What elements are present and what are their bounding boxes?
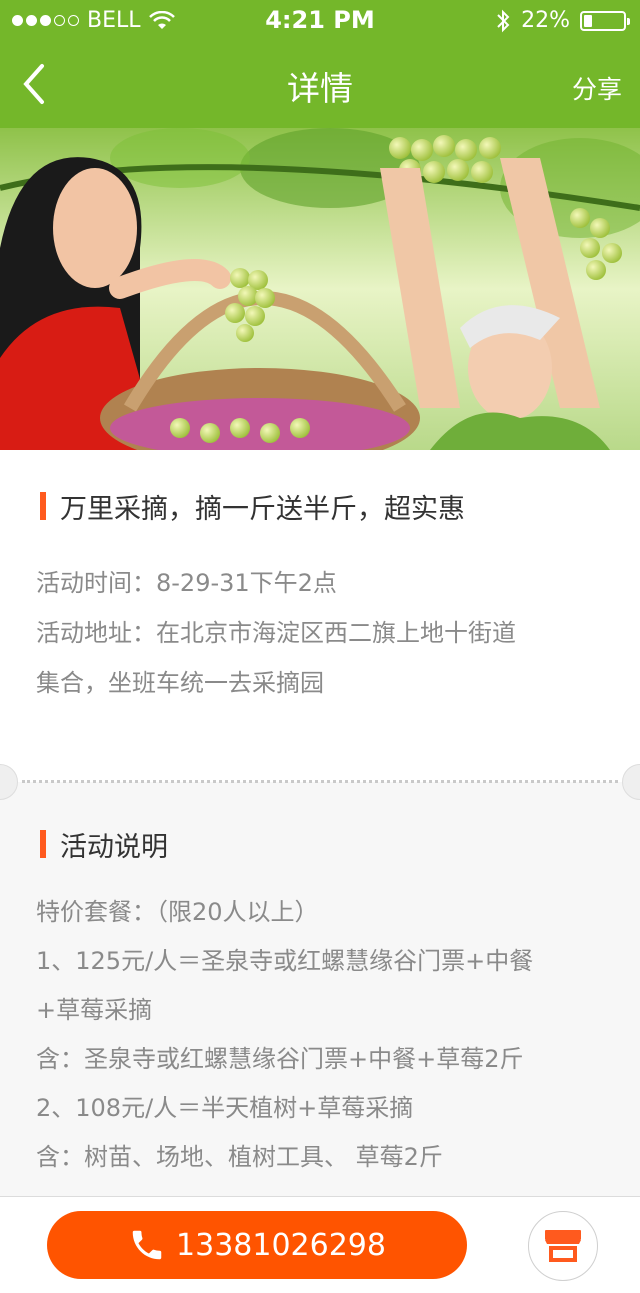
description-line: 特价套餐：（限20人以上） [36,898,319,926]
description-heading-row: 活动说明 [40,824,168,864]
call-button[interactable]: 13381026298 [47,1211,467,1279]
banner-image [0,128,640,450]
event-title: 万里采摘，摘一斤送半斤，超实惠 [60,493,465,525]
event-info: 活动时间：8-29-31下午2点 活动地址：在北京市海淀区西二旗上地十街道 集合… [36,558,616,708]
phone-number: 13381026298 [176,1227,386,1263]
accent-bar [40,830,46,858]
event-title-row: 万里采摘，摘一斤送半斤，超实惠 [40,486,465,526]
store-button[interactable] [528,1211,598,1281]
description-heading: 活动说明 [60,831,168,863]
description-body: 特价套餐：（限20人以上） 1、125元/人＝圣泉寺或红螺慧缘谷门票+中餐 +草… [36,888,626,1182]
status-bar: BELL 4:21 PM 22% [0,0,640,40]
description-line: 含：树苗、场地、植树工具、 草莓2斤 [36,1143,443,1171]
description-line: +草莓采摘 [36,996,153,1024]
bottom-bar: 13381026298 [0,1196,640,1293]
battery-icon [580,10,630,31]
description-line: 含：圣泉寺或红螺慧缘谷门票+中餐+草莓2斤 [36,1045,524,1073]
event-address: 活动地址：在北京市海淀区西二旗上地十街道 [36,619,516,647]
accent-bar [40,492,46,520]
share-button[interactable]: 分享 [572,70,622,106]
header: BELL 4:21 PM 22% 详情 分享 [0,0,640,128]
description-line: 1、125元/人＝圣泉寺或红螺慧缘谷门票+中餐 [36,947,534,975]
page-title: 详情 [287,69,353,108]
battery-percent: 22% [521,8,570,33]
store-icon [545,1230,581,1262]
bluetooth-icon [497,9,510,32]
ticket-divider [0,764,640,800]
event-time: 活动时间：8-29-31下午2点 [36,569,337,597]
description-line: 2、108元/人＝半天植树+草莓采摘 [36,1094,414,1122]
phone-icon [132,1230,162,1260]
event-address-cont: 集合，坐班车统一去采摘园 [36,669,324,697]
nav-bar: 详情 分享 [0,40,640,128]
